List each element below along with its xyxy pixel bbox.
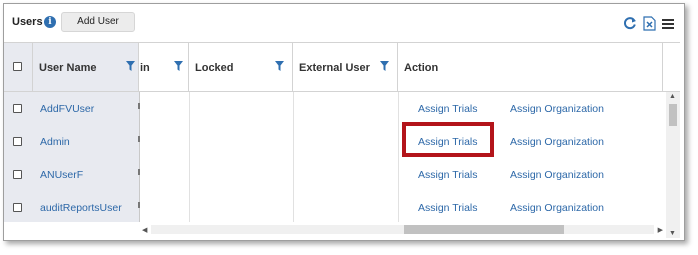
highlight-box: [402, 122, 494, 157]
menu-icon[interactable]: [662, 18, 674, 29]
username-link[interactable]: auditReportsUser: [40, 202, 122, 214]
table-row[interactable]: auditReportsUser Assign Trials Assign Or…: [4, 191, 664, 224]
scroll-track[interactable]: [151, 225, 654, 234]
scroll-down-icon[interactable]: ▼: [669, 230, 676, 237]
panel-title: Users: [12, 16, 43, 28]
add-user-button[interactable]: Add User: [61, 12, 135, 32]
column-header-label: Locked: [195, 62, 234, 74]
column-header-label: Action: [404, 62, 439, 74]
refresh-icon[interactable]: [623, 16, 637, 30]
assign-organization-link[interactable]: Assign Organization: [510, 136, 604, 148]
assign-trials-link[interactable]: Assign Trials: [418, 202, 478, 214]
filter-icon[interactable]: [174, 61, 183, 74]
row-checkbox[interactable]: [13, 104, 22, 113]
filter-icon[interactable]: [380, 61, 389, 74]
scroll-thumb[interactable]: [404, 225, 564, 234]
column-header-label: in: [140, 62, 150, 74]
column-header-label: User Name: [39, 62, 97, 74]
assign-organization-link[interactable]: Assign Organization: [510, 103, 604, 115]
users-grid-panel: Users i Add User User Name in Locked Ext…: [3, 3, 685, 241]
filter-icon[interactable]: [126, 61, 135, 74]
column-header-username[interactable]: User Name: [33, 43, 139, 91]
column-header-external-user[interactable]: External User: [293, 43, 398, 91]
vertical-scrollbar[interactable]: ▲ ▼: [666, 92, 680, 238]
column-header-action[interactable]: Action: [398, 43, 663, 91]
column-header-label: External User: [299, 62, 370, 74]
table-row[interactable]: Admin Assign Trials Assign Organization: [4, 125, 664, 158]
horizontal-scrollbar[interactable]: ◀ ▶: [139, 222, 666, 238]
scroll-left-icon[interactable]: ◀: [142, 226, 147, 234]
username-link[interactable]: Admin: [40, 136, 70, 148]
truncated-cell-marker: [138, 103, 140, 109]
assign-organization-link[interactable]: Assign Organization: [510, 202, 604, 214]
table-row[interactable]: ANUserF Assign Trials Assign Organizatio…: [4, 158, 664, 191]
row-checkbox[interactable]: [13, 170, 22, 179]
column-header-locked[interactable]: Locked: [189, 43, 293, 91]
assign-organization-link[interactable]: Assign Organization: [510, 169, 604, 181]
username-link[interactable]: AddFVUser: [40, 103, 94, 115]
row-checkbox[interactable]: [13, 137, 22, 146]
users-grid: User Name in Locked External User Action…: [4, 42, 680, 222]
table-row[interactable]: AddFVUser Assign Trials Assign Organizat…: [4, 92, 664, 125]
assign-trials-link[interactable]: Assign Trials: [418, 169, 478, 181]
select-all-checkbox[interactable]: [13, 62, 22, 71]
export-excel-icon[interactable]: [643, 15, 656, 31]
truncated-cell-marker: [138, 136, 140, 142]
truncated-cell-marker: [138, 202, 140, 208]
scroll-right-icon[interactable]: ▶: [658, 226, 663, 234]
column-header-login[interactable]: in: [139, 43, 189, 91]
info-icon[interactable]: i: [44, 16, 56, 28]
row-checkbox[interactable]: [13, 203, 22, 212]
header-select-all: [4, 43, 33, 91]
truncated-cell-marker: [138, 169, 140, 175]
username-link[interactable]: ANUserF: [40, 169, 83, 181]
assign-trials-link[interactable]: Assign Trials: [418, 103, 478, 115]
scroll-thumb[interactable]: [669, 104, 677, 126]
grid-header-row: User Name in Locked External User Action: [4, 42, 680, 92]
toolbar-icons: [623, 15, 674, 31]
toolbar: Users i Add User: [4, 4, 684, 42]
filter-icon[interactable]: [275, 61, 284, 74]
scroll-up-icon[interactable]: ▲: [669, 93, 676, 100]
